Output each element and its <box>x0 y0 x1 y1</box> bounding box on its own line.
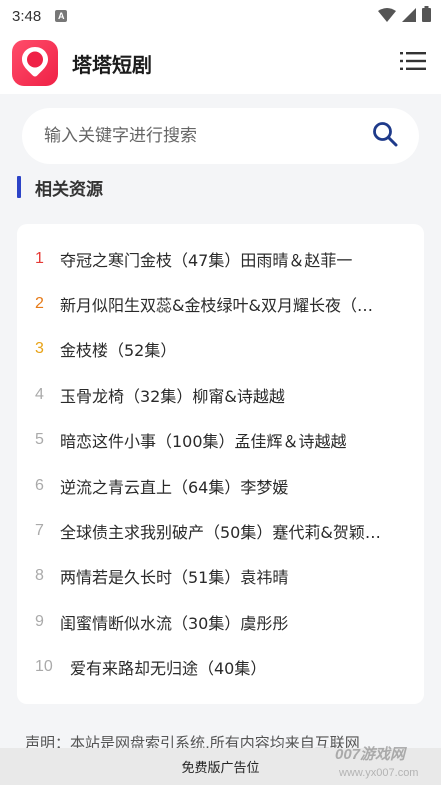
result-title[interactable]: 新月似阳生双蕊&金枝绿叶&双月耀长夜（… <box>60 292 373 316</box>
result-title[interactable]: 玉骨龙椅（32集）柳甯&诗越越 <box>60 383 285 407</box>
status-time: 3:48 <box>12 7 42 25</box>
results-list: 1 夺冠之寒门金枝（47集）田雨晴＆赵菲一 2 新月似阳生双蕊&金枝绿叶&双月耀… <box>17 224 424 704</box>
rank-number: 8 <box>35 567 44 585</box>
ad-label: 免费版广告位 <box>181 761 260 776</box>
svg-text:007游戏网: 007游戏网 <box>335 746 408 763</box>
search-icon <box>372 121 398 151</box>
app-logo <box>12 40 58 86</box>
watermark-logo: 007游戏网 www.yx007.com <box>333 742 433 782</box>
result-title[interactable]: 逆流之青云直上（64集）李梦媛 <box>60 474 288 498</box>
list-item[interactable]: 1 夺冠之寒门金枝（47集）田雨晴＆赵菲一 <box>35 236 410 281</box>
rank-number: 1 <box>35 249 44 267</box>
result-title[interactable]: 夺冠之寒门金枝（47集）田雨晴＆赵菲一 <box>60 247 352 271</box>
list-item[interactable]: 9 闺蜜情断似水流（30集）虞彤彤 <box>35 599 410 644</box>
rank-number: 5 <box>35 431 44 449</box>
wifi-icon <box>378 7 396 26</box>
battery-icon <box>422 6 431 26</box>
list-item[interactable]: 6 逆流之青云直上（64集）李梦媛 <box>35 463 410 508</box>
search-input[interactable] <box>44 126 371 146</box>
svg-text:www.yx007.com: www.yx007.com <box>338 767 418 779</box>
result-title[interactable]: 暗恋这件小事（100集）孟佳辉＆诗越越 <box>60 428 347 452</box>
rank-number: 7 <box>35 522 44 540</box>
result-title[interactable]: 闺蜜情断似水流（30集）虞彤彤 <box>60 610 288 634</box>
search-button[interactable] <box>371 122 399 150</box>
signal-icon <box>402 7 416 26</box>
rank-number: 10 <box>35 658 53 676</box>
result-title[interactable]: 全球债主求我别破产（50集）蹇代莉&贺颖… <box>60 519 381 543</box>
list-item[interactable]: 10 爱有来路却无归途（40集） <box>35 645 410 690</box>
section-header: 相关资源 <box>17 176 103 200</box>
notification-icon: A <box>55 10 68 22</box>
status-bar: 3:48 A <box>0 0 441 32</box>
rank-number: 6 <box>35 476 44 494</box>
search-bar <box>22 108 419 164</box>
list-item[interactable]: 2 新月似阳生双蕊&金枝绿叶&双月耀长夜（… <box>35 281 410 326</box>
section-accent-bar <box>17 176 21 198</box>
rank-number: 9 <box>35 612 44 630</box>
result-title[interactable]: 两情若是久长时（51集）袁祎晴 <box>60 564 288 588</box>
rank-number: 4 <box>35 385 44 403</box>
rank-number: 2 <box>35 295 44 313</box>
list-item[interactable]: 3 金枝楼（52集） <box>35 327 410 372</box>
location-pin-icon <box>20 45 50 81</box>
app-header: 塔塔短剧 <box>0 32 441 94</box>
menu-button[interactable] <box>399 49 427 77</box>
hamburger-menu-icon <box>400 51 426 75</box>
result-title[interactable]: 金枝楼（52集） <box>60 337 176 361</box>
list-item[interactable]: 4 玉骨龙椅（32集）柳甯&诗越越 <box>35 372 410 417</box>
app-title: 塔塔短剧 <box>72 52 152 77</box>
result-title[interactable]: 爱有来路却无归途（40集） <box>70 655 266 679</box>
list-item[interactable]: 5 暗恋这件小事（100集）孟佳辉＆诗越越 <box>35 418 410 463</box>
list-item[interactable]: 7 全球债主求我别破产（50集）蹇代莉&贺颖… <box>35 508 410 553</box>
section-title: 相关资源 <box>35 179 103 200</box>
status-icons <box>378 6 431 26</box>
rank-number: 3 <box>35 340 44 358</box>
list-item[interactable]: 8 两情若是久长时（51集）袁祎晴 <box>35 554 410 599</box>
